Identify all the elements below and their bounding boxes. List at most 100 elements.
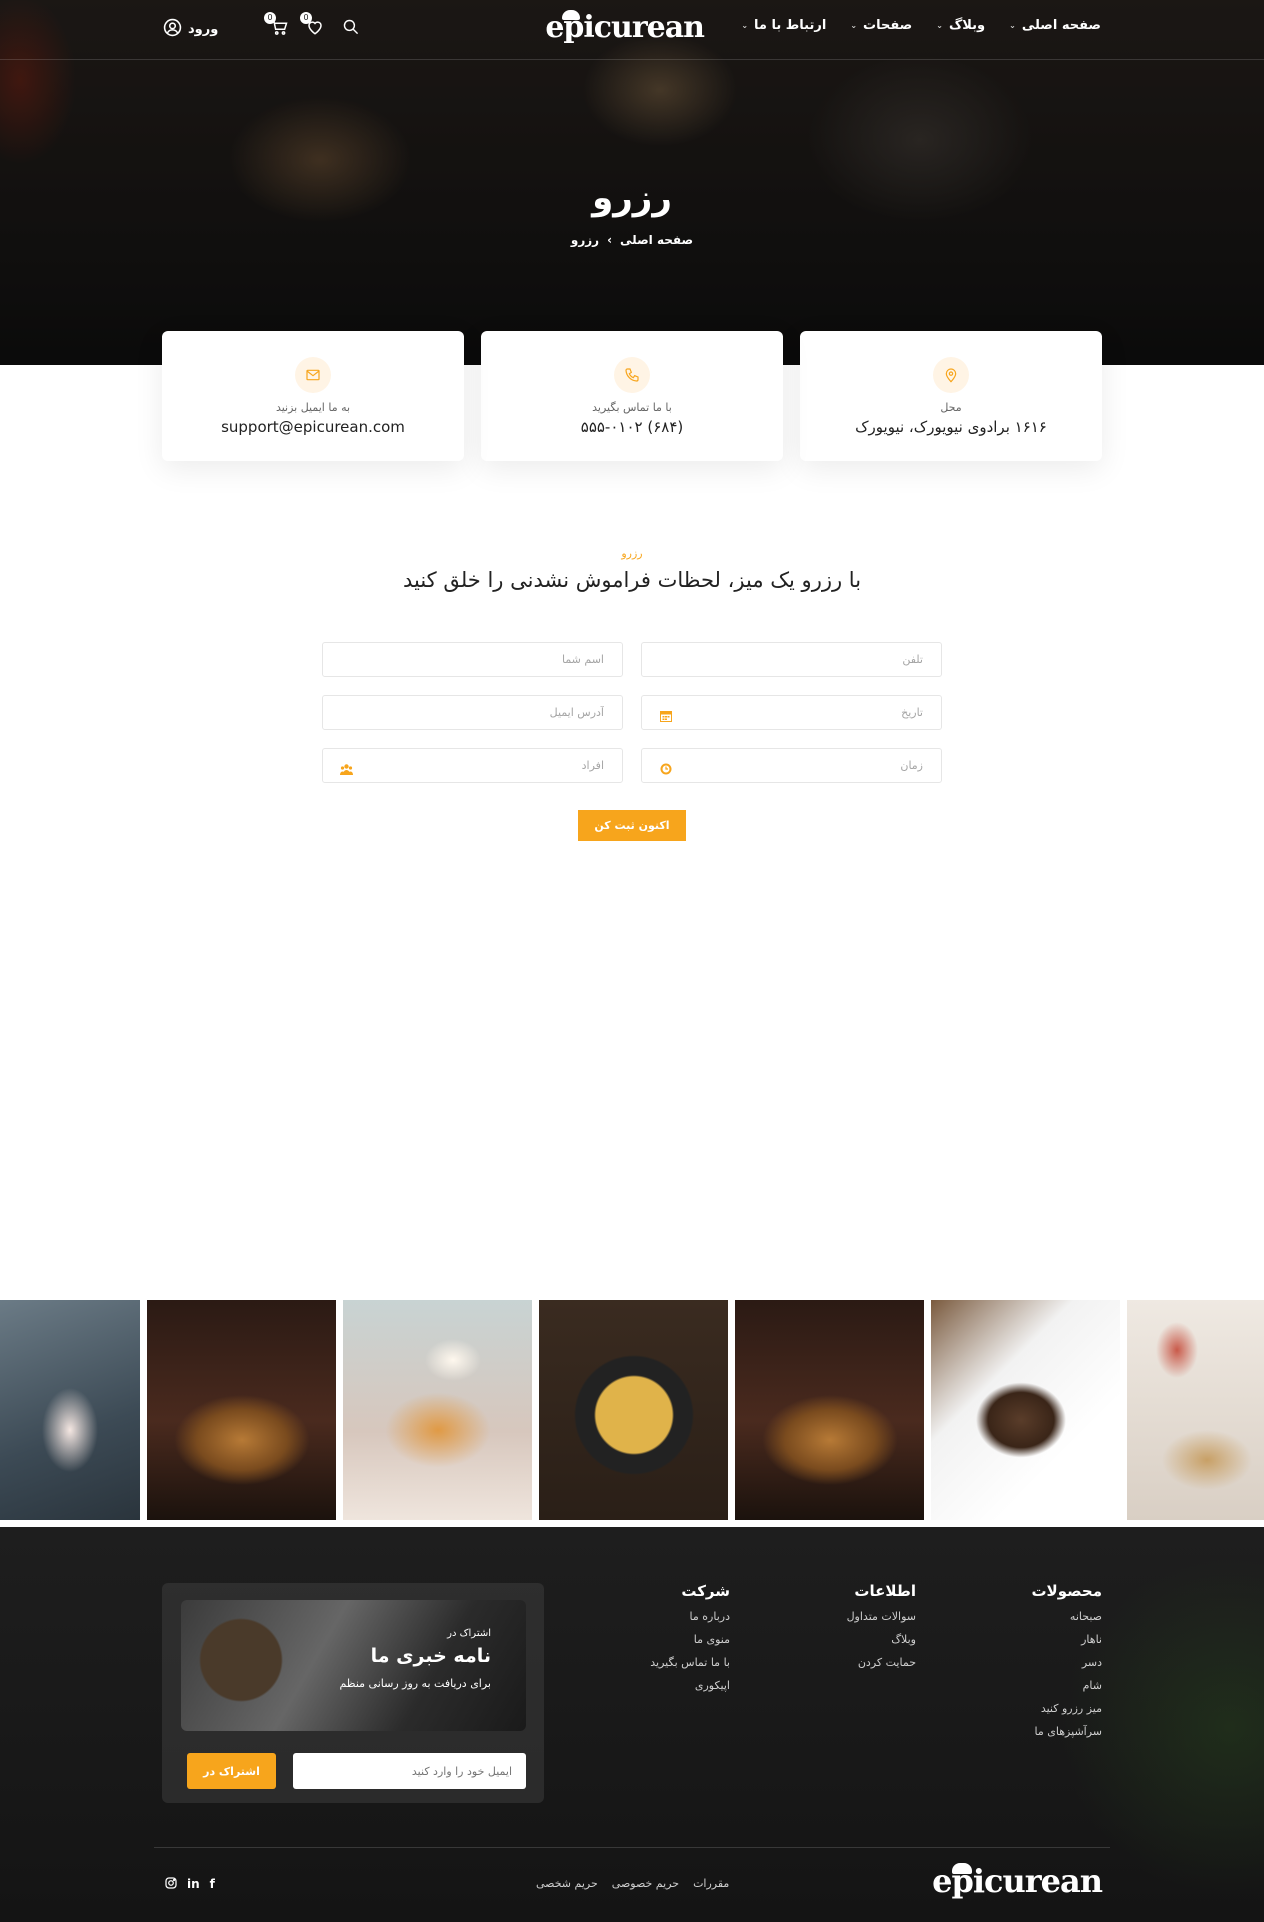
nav-item-label: صفحات [863,18,913,33]
footer-column-company: شرکت درباره ما منوی ما با ما تماس بگیرید… [650,1582,730,1702]
form-row [322,642,942,677]
submit-reservation-button[interactable]: اکنون ثبت کن [578,810,686,841]
chef-hat-icon [562,10,580,20]
reservation-form [322,642,942,801]
clock-icon[interactable] [660,760,672,775]
hero-banner: صفحه اصلی ⌄ وبلاگ ⌄ صفحات ⌄ ارتباط با ما ⌄ e… [0,0,1264,365]
footer-link[interactable]: حمایت کردن [847,1656,916,1669]
instagram-icon[interactable] [165,1877,177,1892]
newsletter-email-input[interactable] [293,1753,526,1789]
login-link[interactable]: ورود [163,18,218,41]
contact-card-value[interactable]: (۶۸۴) ۵۵۵-۰۱۰۲ [481,418,783,436]
food-gallery [0,1300,1264,1520]
gallery-image-burger[interactable] [735,1300,924,1520]
breadcrumb-home-link[interactable]: صفحه اصلی [620,233,693,247]
contact-card-value: ۱۶۱۶ برادوی نیویورک، نیویورک [855,418,1047,436]
chevron-down-icon: ⌄ [936,21,943,30]
name-input[interactable] [323,643,622,676]
footer-link[interactable]: شام [1031,1679,1102,1692]
nav-item-label: وبلاگ [948,18,986,33]
search-icon[interactable] [342,18,360,36]
footer-link[interactable]: ناهار [1031,1633,1102,1646]
contact-card-location: محل ۱۶۱۶ برادوی نیویورک، نیویورک [800,331,1102,461]
heart-icon[interactable]: 0 [300,12,324,36]
nav-item-home[interactable]: صفحه اصلی ⌄ [1009,18,1101,33]
cart-icon[interactable]: 0 [264,12,288,36]
email-input[interactable] [323,696,622,729]
time-input[interactable] [642,749,941,782]
breadcrumb-current: رزرو [570,233,600,247]
legal-link-privacy[interactable]: حریم خصوصی [612,1877,679,1890]
newsletter-title: نامه خبری ما [370,1645,491,1667]
legal-link-personal-privacy[interactable]: حریم شخصی [536,1877,598,1890]
cart-count-badge: 0 [264,12,276,24]
gallery-image-burger[interactable] [147,1300,336,1520]
footer-link[interactable]: اپیکوری [650,1679,730,1692]
nav-item-pages[interactable]: صفحات ⌄ [850,18,912,33]
footer-column-info: اطلاعات سوالات متداول وبلاگ حمایت کردن [847,1582,916,1679]
people-field-wrapper [322,748,623,783]
contact-card-value[interactable]: support@epicurean.com [162,418,464,436]
newsletter-subtitle: برای دریافت به روز رسانی منظم [339,1677,491,1690]
chevron-down-icon: ⌄ [1009,21,1016,30]
location-pin-icon [933,357,969,393]
newsletter-image: اشتراک در نامه خبری ما برای دریافت به رو… [181,1600,526,1731]
main-menu: صفحه اصلی ⌄ وبلاگ ⌄ صفحات ⌄ ارتباط با ما ⌄ [741,18,1101,33]
footer-link[interactable]: وبلاگ [847,1633,916,1646]
footer-link[interactable]: منوی ما [650,1633,730,1646]
footer-link[interactable]: دسر [1031,1656,1102,1669]
facebook-icon[interactable]: f [210,1877,215,1892]
page-title: رزرو [592,178,672,218]
newsletter-box: اشتراک در نامه خبری ما برای دریافت به رو… [162,1583,544,1803]
newsletter-subscribe-button[interactable]: اشتراک در [187,1753,276,1789]
breadcrumb-separator: › [607,233,613,247]
phone-icon [614,357,650,393]
newsletter-text: اشتراک در نامه خبری ما برای دریافت به رو… [339,1628,491,1690]
gallery-image-appetizer-board[interactable] [1127,1300,1264,1520]
footer-link[interactable]: صبحانه [1031,1610,1102,1623]
footer-column-title: اطلاعات [854,1582,916,1600]
gallery-image-dessert[interactable] [343,1300,532,1520]
footer-column-title: شرکت [681,1582,730,1600]
email-field-wrapper [322,695,623,730]
footer-link[interactable]: میز رزرو کنید [1031,1702,1102,1715]
footer-link[interactable]: سرآشپزهای ما [1031,1725,1102,1738]
linkedin-icon[interactable]: in [187,1877,200,1892]
section-tag: رزرو [621,547,643,560]
calendar-icon[interactable] [660,707,672,722]
gallery-image-hot-chocolate[interactable] [0,1300,140,1520]
contact-card-phone: با ما تماس بگیرید (۶۸۴) ۵۵۵-۰۱۰۲ [481,331,783,461]
phone-input[interactable] [642,643,941,676]
legal-link-terms[interactable]: مقررات [693,1877,729,1890]
chef-hat-icon [952,1863,972,1874]
chevron-down-icon: ⌄ [741,21,749,30]
footer-link[interactable]: درباره ما [650,1610,730,1623]
nav-item-contact[interactable]: ارتباط با ما ⌄ [741,18,826,33]
contact-card-label: محل [940,401,962,414]
nav-item-label: صفحه اصلی [1021,18,1101,33]
chevron-down-icon: ⌄ [850,21,858,30]
form-row [322,695,942,730]
nav-item-blog[interactable]: وبلاگ ⌄ [936,18,985,33]
contact-card-label: به ما ایمیل بزنید [275,401,351,414]
footer-link[interactable]: سوالات متداول [847,1610,916,1623]
social-links: in f [165,1877,215,1892]
contact-card-label: با ما تماس بگیرید [592,401,672,414]
form-row [322,748,942,783]
gallery-image-grilled-meat[interactable] [931,1300,1120,1520]
top-navigation: صفحه اصلی ⌄ وبلاگ ⌄ صفحات ⌄ ارتباط با ما ⌄ e… [0,0,1264,60]
breadcrumb: صفحه اصلی › رزرو [0,233,1264,247]
people-icon [340,760,353,775]
phone-field-wrapper [641,642,942,677]
gallery-image-shrimp-rice[interactable] [539,1300,728,1520]
wishlist-count-badge: 0 [300,12,312,24]
people-input[interactable] [323,749,622,782]
footer-link[interactable]: با ما تماس بگیرید [650,1656,730,1669]
time-field-wrapper [641,748,942,783]
site-logo[interactable]: epicurean [545,8,705,48]
footer-logo[interactable]: epicurean [932,1861,1103,1901]
site-footer: محصولات صبحانه ناهار دسر شام میز رزرو کن… [0,1527,1264,1922]
section-title: با رزرو یک میز، لحظات فراموش نشدنی را خل… [402,568,862,592]
date-input[interactable] [642,696,941,729]
footer-column-title: محصولات [1031,1582,1102,1600]
